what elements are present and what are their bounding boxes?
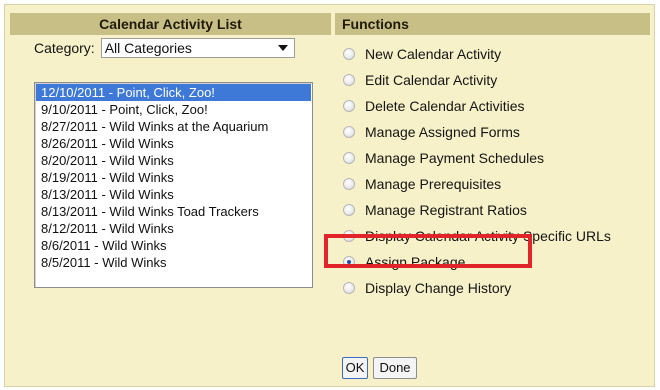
category-select[interactable]: All Categories — [100, 38, 295, 58]
function-option-label: Manage Registrant Ratios — [365, 202, 527, 218]
highlight-annotation-box — [324, 234, 532, 268]
activity-list-item[interactable]: 8/6/2011 - Wild Winks — [36, 237, 311, 254]
activity-list-item[interactable]: 8/5/2011 - Wild Winks — [36, 254, 311, 271]
activity-list-item[interactable]: 8/13/2011 - Wild Winks Toad Trackers — [36, 203, 311, 220]
function-option[interactable]: Manage Registrant Ratios — [343, 197, 643, 223]
calendar-activity-listbox[interactable]: 12/10/2011 - Point, Click, Zoo! 9/10/2011… — [34, 82, 313, 288]
activity-list-item[interactable]: 8/13/2011 - Wild Winks — [36, 186, 311, 203]
activity-list-item[interactable]: 8/27/2011 - Wild Winks at the Aquarium — [36, 118, 311, 135]
radio-button[interactable] — [343, 204, 355, 216]
function-option-label: Edit Calendar Activity — [365, 72, 498, 88]
activity-list-item[interactable]: 8/12/2011 - Wild Winks — [36, 220, 311, 237]
calendar-activity-list-header: Calendar Activity List — [10, 13, 331, 35]
function-option-label: Manage Payment Schedules — [365, 150, 544, 166]
radio-button[interactable] — [343, 126, 355, 138]
function-option-label: New Calendar Activity — [365, 46, 502, 62]
ok-button[interactable]: OK — [342, 357, 368, 379]
activity-list-item[interactable]: 8/19/2011 - Wild Winks — [36, 169, 311, 186]
radio-button[interactable] — [343, 152, 355, 164]
function-option[interactable]: Manage Assigned Forms — [343, 119, 643, 145]
function-option[interactable]: Delete Calendar Activities — [343, 93, 643, 119]
function-option-label: Manage Prerequisites — [365, 176, 502, 192]
chevron-down-icon[interactable] — [277, 45, 288, 51]
function-option-label: Manage Assigned Forms — [365, 124, 520, 140]
function-option[interactable]: Manage Prerequisites — [343, 171, 643, 197]
radio-button[interactable] — [343, 100, 355, 112]
radio-button[interactable] — [343, 48, 355, 60]
activity-list-item[interactable]: 8/26/2011 - Wild Winks — [36, 135, 311, 152]
radio-button[interactable] — [343, 178, 355, 190]
activity-list-item[interactable]: 8/20/2011 - Wild Winks — [36, 152, 311, 169]
radio-button[interactable] — [343, 74, 355, 86]
function-option[interactable]: Manage Payment Schedules — [343, 145, 643, 171]
radio-button[interactable] — [343, 282, 355, 294]
done-button[interactable]: Done — [373, 357, 417, 379]
activity-list-item[interactable]: 12/10/2011 - Point, Click, Zoo! — [36, 84, 311, 101]
category-label: Category: — [34, 40, 95, 56]
functions-header: Functions — [335, 13, 650, 35]
category-select-value: All Categories — [104, 40, 192, 56]
function-option[interactable]: Display Change History — [343, 275, 643, 301]
category-row: Category: All Categories — [34, 37, 295, 59]
function-option-label: Display Change History — [365, 280, 512, 296]
function-option[interactable]: New Calendar Activity — [343, 41, 643, 67]
function-option-label: Delete Calendar Activities — [365, 98, 525, 114]
function-option[interactable]: Edit Calendar Activity — [343, 67, 643, 93]
activity-list-item[interactable]: 9/10/2011 - Point, Click, Zoo! — [36, 101, 311, 118]
